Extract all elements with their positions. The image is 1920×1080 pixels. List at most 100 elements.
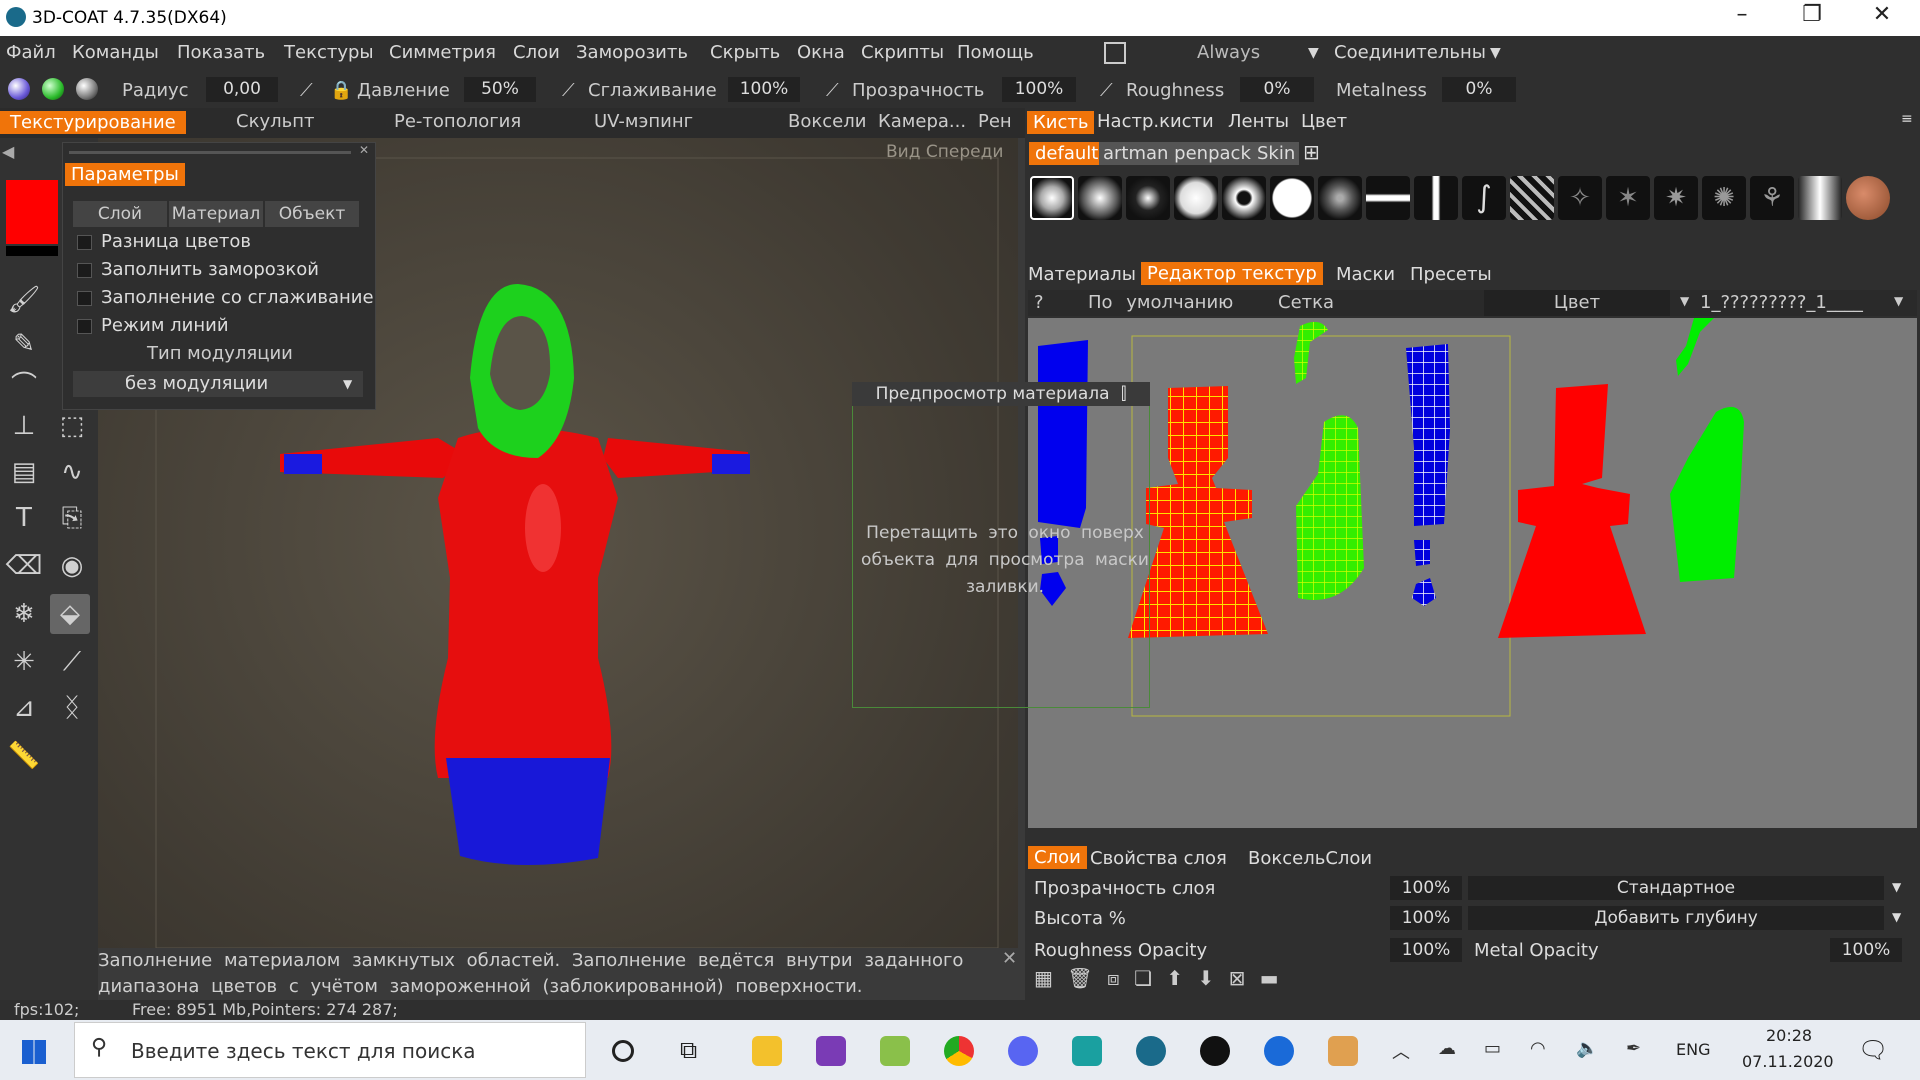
tab-voxels[interactable]: Воксели <box>788 111 866 132</box>
brush-thumb[interactable]: ✧ <box>1558 176 1602 220</box>
menu-scripts[interactable]: Скрипты <box>861 42 944 63</box>
status-close-icon[interactable]: ✕ <box>1002 948 1017 969</box>
fill-freeze-checkbox[interactable] <box>77 263 92 278</box>
tab-masks[interactable]: Маски <box>1336 264 1395 285</box>
brush-thumb[interactable] <box>1318 176 1362 220</box>
language-indicator[interactable]: ENG <box>1676 1040 1710 1059</box>
brush-thumb[interactable]: ✺ <box>1702 176 1746 220</box>
close-icon[interactable]: ✕ <box>1854 2 1910 27</box>
eraser-tool-icon[interactable]: ⌫ <box>4 546 44 586</box>
radius-label[interactable]: Радиус <box>122 80 189 101</box>
grid-toggle[interactable]: Сетка <box>1278 292 1334 313</box>
minimize-icon[interactable]: – <box>1714 2 1770 27</box>
notepad-icon[interactable] <box>880 1036 910 1066</box>
clear-layer-icon[interactable]: ⊠ <box>1229 966 1246 990</box>
paint-icon[interactable] <box>1328 1036 1358 1066</box>
chrome-icon[interactable] <box>944 1036 974 1066</box>
add-set-icon[interactable]: ⊞ <box>1303 140 1320 164</box>
smudge-tool-icon[interactable]: ⌒ <box>4 366 44 406</box>
duplicate-layer-icon[interactable]: ❏ <box>1134 966 1152 990</box>
roughness-value[interactable]: 0% <box>1240 77 1314 102</box>
color-diff-checkbox[interactable] <box>77 235 92 250</box>
roughness-label[interactable]: Roughness <box>1126 80 1224 101</box>
tab-texture-editor[interactable]: Редактор текстур <box>1141 262 1323 285</box>
brush-thumb[interactable] <box>1510 176 1554 220</box>
brush-thumb[interactable]: ✶ <box>1606 176 1650 220</box>
menu-freeze[interactable]: Заморозить <box>576 42 688 63</box>
iron-tool-icon[interactable]: ⊿ <box>4 688 44 728</box>
brush-thumb[interactable] <box>1030 176 1074 220</box>
3dsmax-icon[interactable] <box>1072 1036 1102 1066</box>
height-label[interactable]: Высота % <box>1034 908 1126 929</box>
merge-layer-icon[interactable]: ⧈ <box>1107 966 1120 990</box>
tab-color[interactable]: Цвет <box>1301 111 1347 132</box>
brush-thumb[interactable] <box>1414 176 1458 220</box>
metalness-label[interactable]: Metalness <box>1336 80 1427 101</box>
maps-icon[interactable] <box>1264 1036 1294 1066</box>
ruler-tool-icon[interactable]: 📏 <box>4 736 44 776</box>
taskbar-search[interactable]: ⚲ Введите здесь текст для поиска <box>74 1022 586 1078</box>
fill-smooth-checkbox[interactable] <box>77 291 92 306</box>
menu-commands[interactable]: Команды <box>72 42 159 63</box>
layer-opacity-label[interactable]: Прозрачность слоя <box>1034 878 1215 899</box>
onedrive-icon[interactable]: ☁ <box>1438 1038 1456 1059</box>
unreal-icon[interactable] <box>1200 1036 1230 1066</box>
material-preview-header[interactable]: Предпросмотр материала ⫿ <box>852 382 1150 406</box>
menu-file[interactable]: Файл <box>6 42 56 63</box>
always-checkbox[interactable] <box>1104 42 1126 64</box>
brush-thumb[interactable] <box>1270 176 1314 220</box>
cortana-icon[interactable] <box>612 1040 634 1062</box>
discord-icon[interactable] <box>1008 1036 1038 1066</box>
roughness-opacity-label[interactable]: Roughness Opacity <box>1034 940 1207 961</box>
dropdown-arrow-icon[interactable]: ▼ <box>1892 910 1901 924</box>
brush-thumb[interactable]: ∫ <box>1462 176 1506 220</box>
tab-voxel-layers[interactable]: ВоксельСлои <box>1248 848 1372 869</box>
task-view-icon[interactable]: ⧉ <box>680 1036 697 1064</box>
tab-presets[interactable]: Пресеты <box>1410 264 1492 285</box>
blend-mode-dropdown[interactable]: Стандартное <box>1468 876 1884 900</box>
smoothing-value[interactable]: 100% <box>728 77 800 102</box>
brush-thumb[interactable] <box>1126 176 1170 220</box>
brush-tool-icon[interactable]: 🖌 <box>4 280 44 320</box>
brush-thumb[interactable] <box>1078 176 1122 220</box>
airbrush-tool-icon[interactable]: ✎ <box>4 324 44 364</box>
texture-name[interactable]: 1_?????????_1____ <box>1700 292 1863 313</box>
brushset-default[interactable]: default <box>1029 142 1105 165</box>
help-button[interactable]: ? <box>1034 292 1044 313</box>
pressure-label[interactable]: Давление <box>357 80 450 101</box>
metalness-value[interactable]: 0% <box>1442 77 1516 102</box>
curve-tool-icon[interactable]: ∿ <box>52 452 92 492</box>
tab-materials[interactable]: Материалы <box>1028 264 1136 285</box>
tab-retopo[interactable]: Ре-топология <box>394 111 521 132</box>
tab-layers[interactable]: Слои <box>1028 846 1087 869</box>
lock-icon[interactable]: 🔒 <box>330 80 352 101</box>
uv-texture-view[interactable] <box>1028 316 1917 828</box>
new-layer-icon[interactable]: ▦ <box>1034 966 1053 990</box>
fill-tool-icon[interactable]: ⬙ <box>50 594 90 634</box>
document-tool-icon[interactable]: ▤ <box>4 452 44 492</box>
dropdown-arrow-icon[interactable]: ▼ <box>1892 880 1901 894</box>
connect-dropdown[interactable]: Соединительны <box>1334 42 1486 63</box>
layer-opacity-value[interactable]: 100% <box>1390 876 1462 900</box>
roughness-opacity-value[interactable]: 100% <box>1390 938 1462 962</box>
dropdown-arrow-icon[interactable]: ▼ <box>1894 294 1903 308</box>
wifi-icon[interactable]: ◠ <box>1530 1038 1546 1059</box>
windows-start-icon[interactable] <box>22 1040 46 1064</box>
secondary-color-swatch[interactable] <box>6 246 58 256</box>
dropdown-arrow-icon[interactable]: ▼ <box>1680 294 1689 308</box>
magic-wand-icon[interactable]: ✳ <box>4 642 44 682</box>
panel-close-icon[interactable]: ✕ <box>359 143 369 157</box>
transform-tool-icon[interactable]: ⬚ <box>52 406 92 446</box>
modulation-dropdown[interactable]: без модуляции ▼ <box>73 371 363 397</box>
page-tool-icon[interactable]: ⎘ <box>52 498 92 538</box>
collapse-arrow-icon[interactable]: ◀ <box>2 142 14 161</box>
3dcoat-taskbar-icon[interactable] <box>1136 1036 1166 1066</box>
menu-windows[interactable]: Окна <box>797 42 845 63</box>
brushset-skin[interactable]: Skin <box>1253 142 1300 165</box>
pressure-value[interactable]: 50% <box>464 77 536 102</box>
default-label[interactable]: По умолчанию <box>1088 292 1233 313</box>
menu-textures[interactable]: Текстуры <box>284 42 374 63</box>
brushset-artman[interactable]: artman penpack <box>1099 142 1255 165</box>
delete-layer-icon[interactable]: 🗑 <box>1067 966 1092 990</box>
brush-thumb[interactable] <box>1798 176 1842 220</box>
